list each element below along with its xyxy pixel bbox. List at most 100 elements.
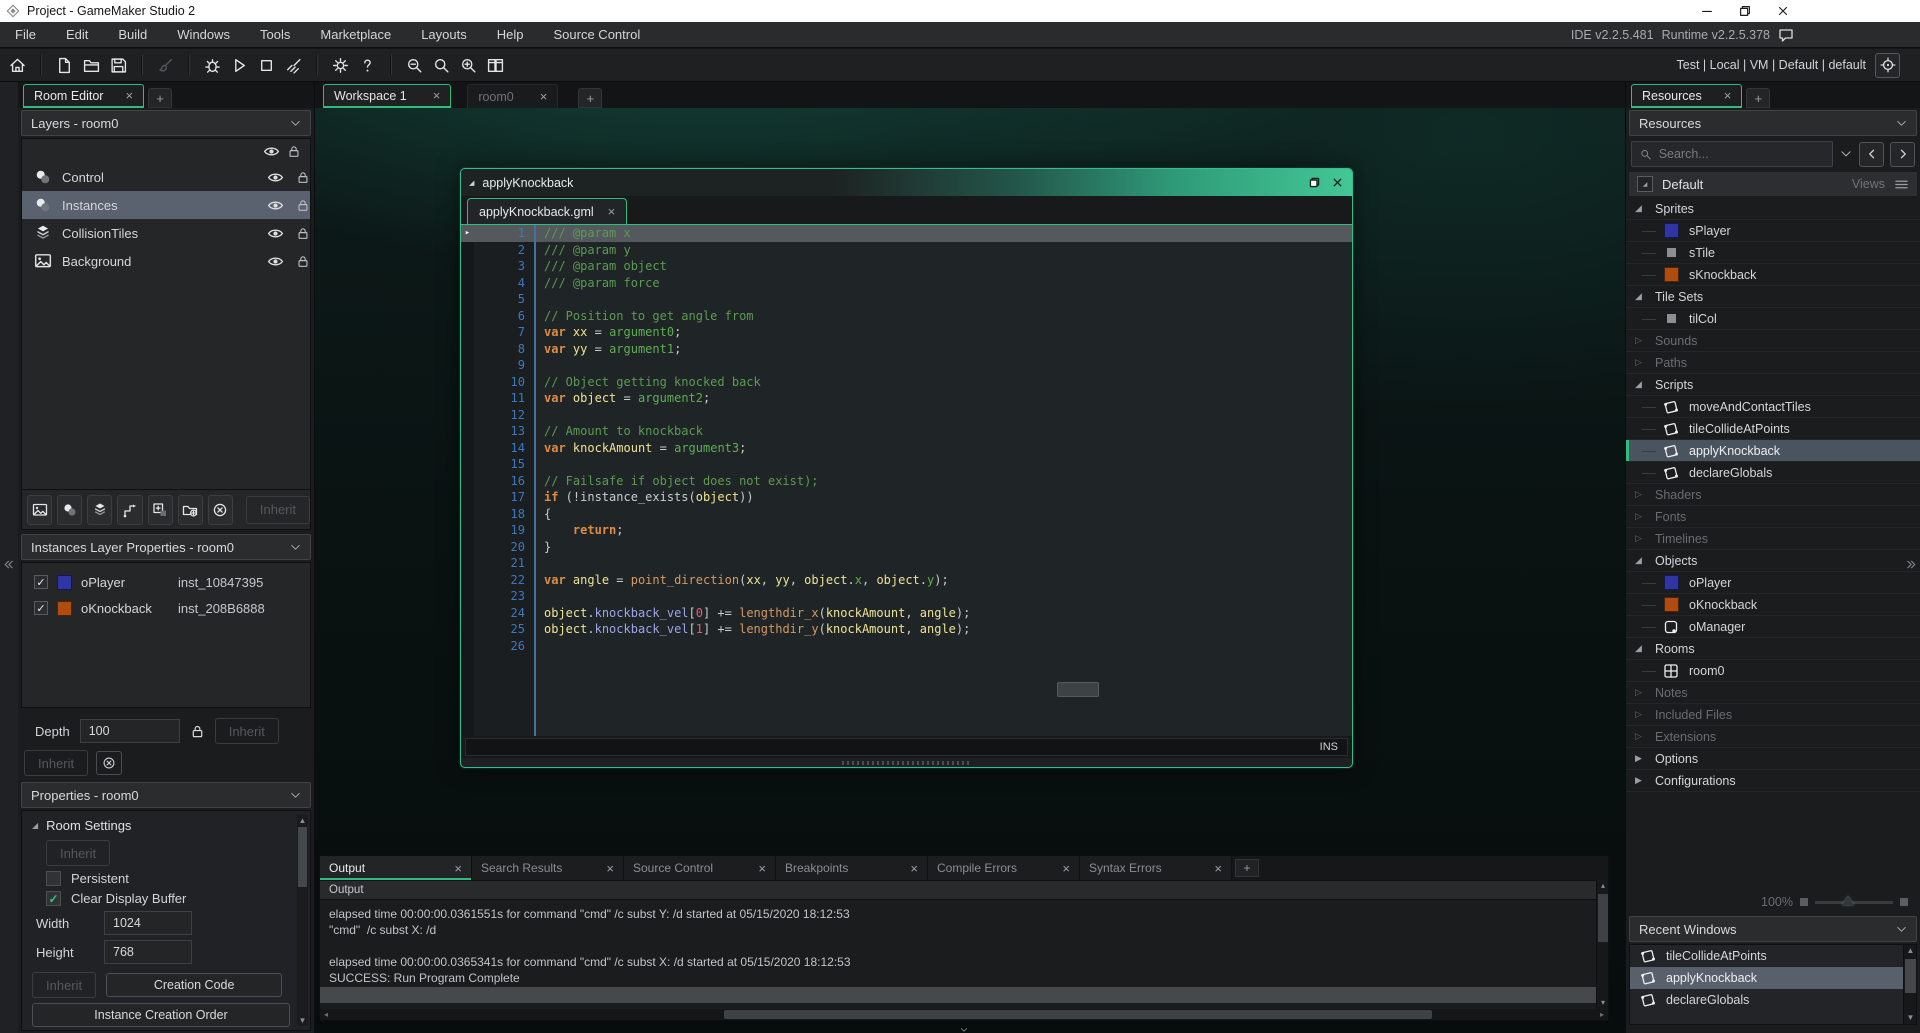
add-output-tab-button[interactable]: + — [1235, 859, 1259, 877]
windows-layout-button[interactable] — [482, 53, 509, 78]
menu-layouts[interactable]: Layouts — [406, 22, 482, 47]
tab-search-results[interactable]: Search Results× — [472, 856, 624, 880]
restore-button[interactable] — [1726, 0, 1764, 22]
resource-stile[interactable]: sTile — [1626, 242, 1920, 264]
close-window-icon[interactable] — [1331, 176, 1344, 189]
close-button[interactable] — [1764, 0, 1802, 22]
output-hscrollbar[interactable]: ◂ ▸ — [320, 1009, 1608, 1020]
code-line-6[interactable]: 6 // Position to get angle from — [461, 308, 1352, 325]
clear-display-buffer-checkbox[interactable]: ✓ — [46, 891, 61, 906]
debug-bug-button[interactable] — [199, 53, 226, 78]
tab-source-control[interactable]: Source Control× — [624, 856, 776, 880]
views-label[interactable]: Views — [1852, 177, 1885, 191]
reset-icon-button[interactable] — [96, 751, 122, 775]
resources-combo[interactable]: Resources — [1629, 110, 1917, 136]
tab-room-editor[interactable]: Room Editor × — [23, 84, 144, 108]
depth-lock-icon[interactable] — [190, 724, 205, 739]
depth-input[interactable] — [80, 719, 180, 743]
breakpoint-margin[interactable] — [461, 308, 474, 325]
instance-checkbox[interactable]: ✓ — [34, 575, 48, 589]
nav-forward-button[interactable] — [1890, 142, 1915, 167]
resource-group-extensions[interactable]: ▷ Extensions — [1626, 726, 1920, 748]
collapsed-triangle-icon[interactable]: ▷ — [1635, 335, 1646, 346]
scroll-up-icon[interactable]: ▴ — [1597, 880, 1609, 892]
breakpoint-margin[interactable] — [461, 638, 474, 655]
resource-applyknockback[interactable]: applyKnockback — [1626, 440, 1920, 462]
visibility-icon[interactable] — [267, 169, 284, 186]
code-line-5[interactable]: 5 — [461, 291, 1352, 308]
zoom-out-handle[interactable] — [1800, 898, 1808, 906]
breakpoint-margin[interactable] — [461, 275, 474, 292]
resource-group-rooms[interactable]: ◢ Rooms — [1626, 638, 1920, 660]
code-line-14[interactable]: 14 var knockAmount = argument3; — [461, 440, 1352, 457]
resource-group-included-files[interactable]: ▷ Included Files — [1626, 704, 1920, 726]
lock-icon[interactable] — [296, 253, 310, 270]
collapsed-triangle-icon[interactable]: ▷ — [1635, 489, 1646, 500]
instance-checkbox[interactable]: ✓ — [34, 601, 48, 615]
code-line-22[interactable]: 22 var angle = point_direction(xx, yy, o… — [461, 572, 1352, 589]
minimized-window[interactable] — [1057, 682, 1099, 697]
feedback-chat-icon[interactable] — [1778, 27, 1794, 43]
output-log[interactable]: elapsed time 00:00:00.0361551s for comma… — [320, 900, 1608, 1009]
breakpoint-margin[interactable] — [461, 324, 474, 341]
close-tab-icon[interactable]: × — [125, 88, 133, 103]
help-question-button[interactable] — [354, 53, 381, 78]
room-height-input[interactable] — [104, 940, 192, 964]
visibility-all-icon[interactable] — [263, 143, 280, 160]
menu-file[interactable]: File — [0, 22, 51, 47]
code-line-4[interactable]: 4 /// @param force — [461, 275, 1352, 292]
collapsed-triangle-icon[interactable]: ▶ — [1635, 753, 1646, 764]
tab-compile-errors[interactable]: Compile Errors× — [928, 856, 1080, 880]
zoom-slider[interactable] — [1815, 901, 1893, 904]
new-file-button[interactable] — [51, 53, 78, 78]
collapse-left-icon[interactable] — [2, 558, 15, 571]
close-tab-icon[interactable]: × — [910, 861, 918, 876]
instances-properties-combo[interactable]: Instances Layer Properties - room0 — [21, 534, 311, 560]
resource-tilecollideatpoints[interactable]: tileCollideAtPoints — [1626, 418, 1920, 440]
collapsed-triangle-icon[interactable]: ▷ — [1635, 511, 1646, 522]
code-line-13[interactable]: 13 // Amount to knockback — [461, 423, 1352, 440]
scroll-left-icon[interactable]: ◂ — [320, 1009, 332, 1020]
code-line-11[interactable]: 11 var object = argument2; — [461, 390, 1352, 407]
recent-windows-combo[interactable]: Recent Windows — [1629, 916, 1917, 942]
code-line-1[interactable]: ▸ 1 /// @param x — [461, 225, 1352, 242]
code-line-15[interactable]: 15 — [461, 456, 1352, 473]
breakpoint-margin[interactable] — [461, 522, 474, 539]
tab-workspace-1[interactable]: Workspace 1× — [323, 84, 451, 108]
window-resize-grip[interactable] — [461, 758, 1352, 767]
home-button[interactable] — [4, 53, 31, 78]
target-manager-button[interactable] — [1875, 53, 1900, 78]
close-tab-icon[interactable]: × — [1214, 861, 1222, 876]
expanded-triangle-icon[interactable]: ◢ — [1635, 555, 1646, 566]
run-play-button[interactable] — [226, 53, 253, 78]
breakpoint-margin[interactable] — [461, 423, 474, 440]
settings-gear-button[interactable] — [327, 53, 354, 78]
output-selected-row[interactable] — [320, 987, 1596, 1003]
breakpoint-margin[interactable]: ▸ — [461, 225, 474, 242]
scroll-down-icon[interactable]: ▼ — [297, 1015, 308, 1026]
expanded-triangle-icon[interactable]: ◢ — [1635, 203, 1646, 214]
menu-marketplace[interactable]: Marketplace — [305, 22, 406, 47]
breakpoint-margin[interactable] — [461, 621, 474, 638]
resource-omanager[interactable]: oManager — [1626, 616, 1920, 638]
resource-oknockback[interactable]: oKnockback — [1626, 594, 1920, 616]
resource-moveandcontacttiles[interactable]: moveAndContactTiles — [1626, 396, 1920, 418]
layer-instances[interactable]: Instances — [22, 191, 310, 219]
zoom-in-handle[interactable] — [1900, 898, 1908, 906]
code-line-2[interactable]: 2 /// @param y — [461, 242, 1352, 259]
tab-resources[interactable]: Resources × — [1631, 84, 1742, 108]
scroll-down-icon[interactable]: ▾ — [1597, 997, 1609, 1009]
room-properties-combo[interactable]: Properties - room0 — [21, 782, 311, 808]
instance-oplayer[interactable]: ✓ oPlayer inst_10847395 — [22, 569, 310, 595]
tab-applyknockback-gml[interactable]: applyKnockback.gml × — [467, 198, 627, 224]
recent-declareglobals[interactable]: declareGlobals — [1630, 989, 1916, 1011]
breakpoint-margin[interactable] — [461, 341, 474, 358]
zoom-out-button[interactable] — [401, 53, 428, 78]
close-tab-icon[interactable]: × — [454, 861, 462, 876]
code-line-9[interactable]: 9 — [461, 357, 1352, 374]
code-line-7[interactable]: 7 var xx = argument0; — [461, 324, 1352, 341]
breakpoint-margin[interactable] — [461, 440, 474, 457]
visibility-icon[interactable] — [267, 253, 284, 270]
breakpoint-margin[interactable] — [461, 407, 474, 424]
scroll-right-icon[interactable]: ▸ — [1596, 1009, 1608, 1020]
